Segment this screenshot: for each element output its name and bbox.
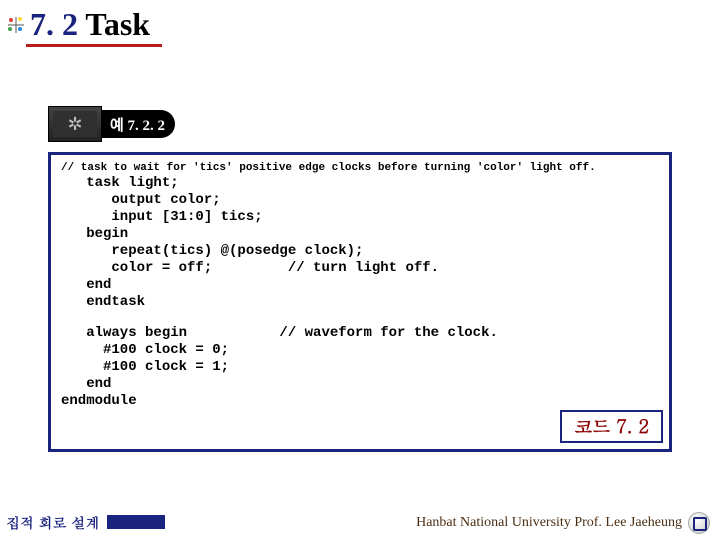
title-bullet-icon [6, 15, 26, 35]
footer-divider-bar [107, 515, 165, 529]
title-word: Task [78, 6, 150, 42]
code-top-comment: // task to wait for 'tics' positive edge… [61, 161, 659, 175]
code-frame: // task to wait for 'tics' positive edge… [48, 152, 672, 452]
footer-right: Hanbat National University Prof. Lee Jae… [416, 512, 710, 534]
example-tag: ✲ 예 7. 2. 2 [48, 106, 175, 142]
title-number: 7. 2 [30, 6, 78, 42]
footer-left: 집적 회로 설계 [6, 512, 165, 532]
title-underline [26, 44, 162, 47]
slide-title: 7. 2 Task [6, 6, 150, 43]
footer-course-title: 집적 회로 설계 [6, 512, 99, 532]
example-number: 예 7. 2. 2 [102, 110, 175, 138]
code-label: 코드 7. 2 [560, 410, 663, 443]
code-block-task: task light; output color; input [31:0] t… [61, 175, 659, 311]
footer-attribution: Hanbat National University Prof. Lee Jae… [416, 515, 682, 531]
code-block-always: always begin // waveform for the clock. … [61, 325, 659, 410]
title-text: 7. 2 Task [30, 6, 150, 43]
university-logo-icon [688, 512, 710, 534]
example-icon: ✲ [48, 106, 102, 142]
